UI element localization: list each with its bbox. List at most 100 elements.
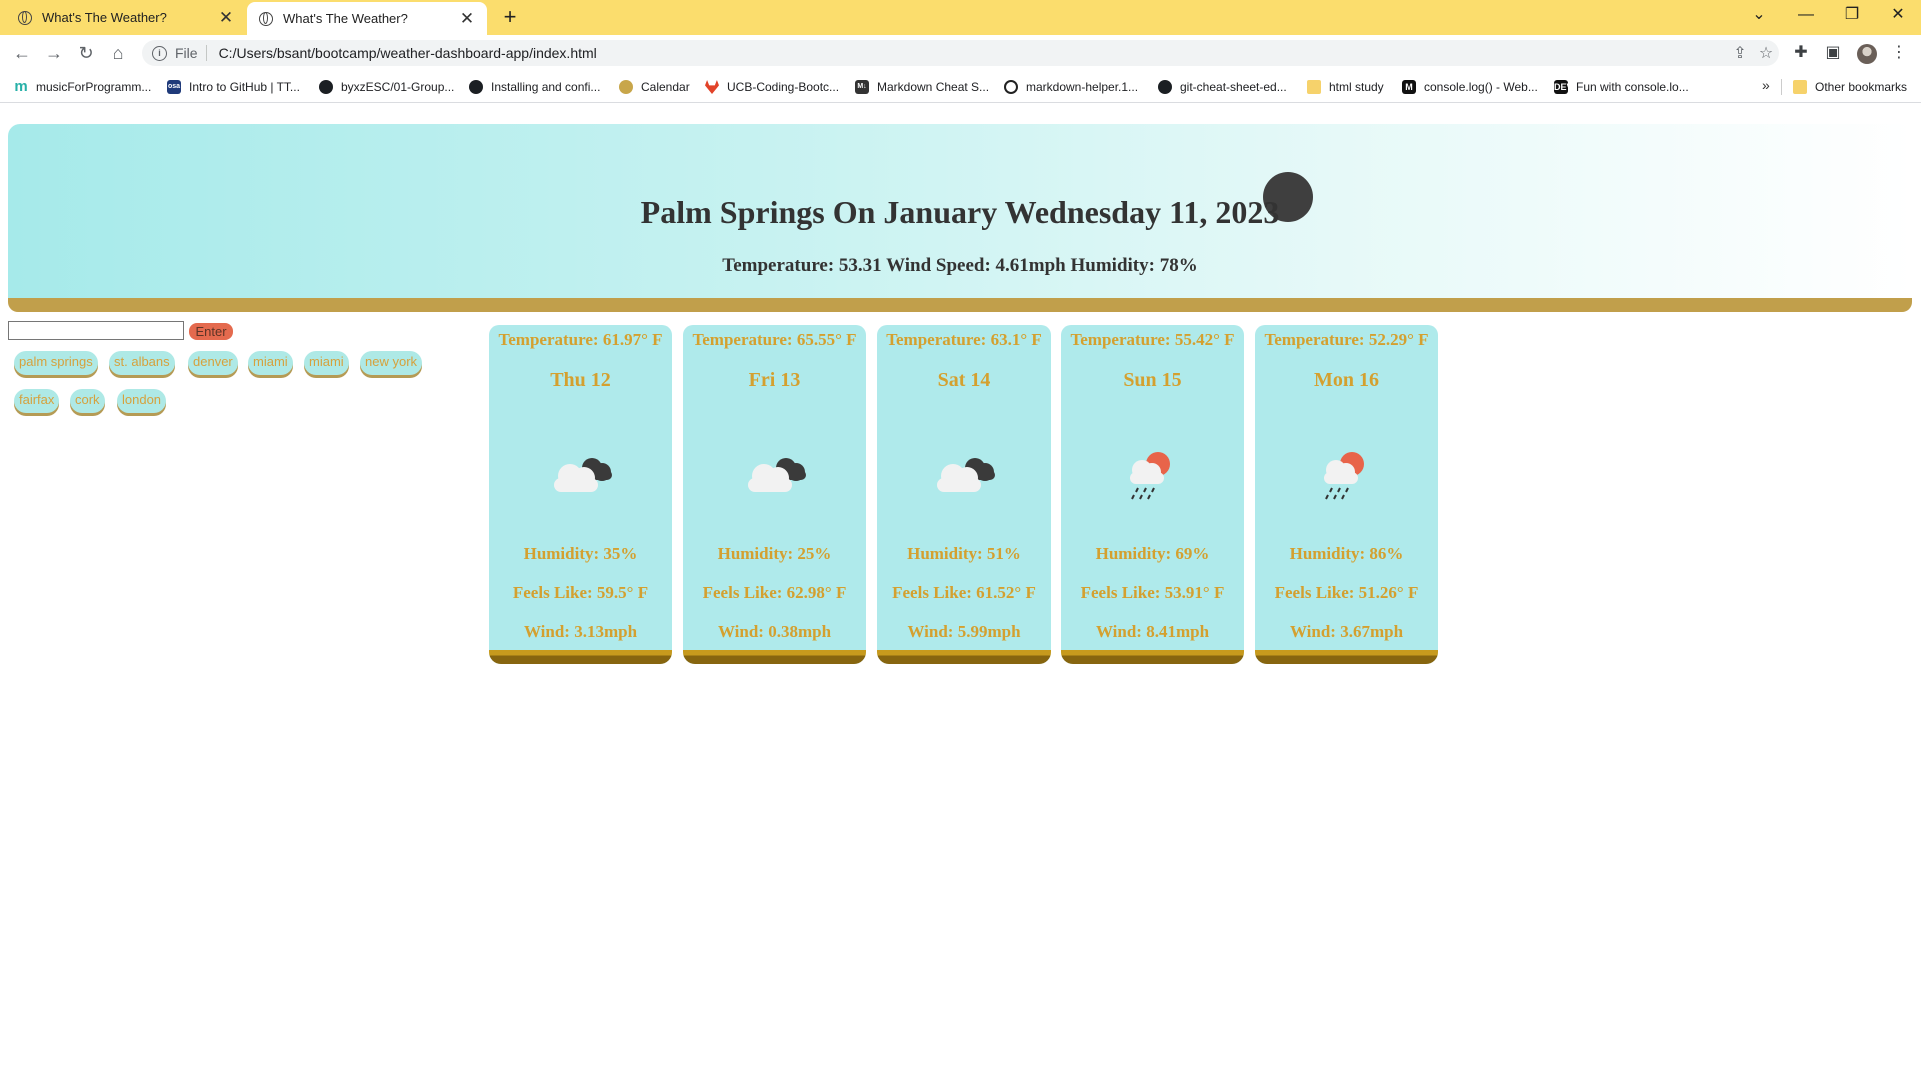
other-bookmarks[interactable]: Other bookmarks bbox=[1793, 77, 1907, 97]
forecast-feels-like: Feels Like: 53.91° F bbox=[1080, 583, 1225, 602]
history-city-button[interactable]: miami bbox=[248, 351, 293, 375]
bookmark-label: musicForProgramm... bbox=[36, 80, 152, 94]
cloudy-icon bbox=[748, 458, 806, 492]
forecast-humidity: Humidity: 51% bbox=[907, 544, 1021, 563]
bookmark-label: Other bookmarks bbox=[1815, 80, 1908, 94]
info-icon[interactable]: i bbox=[152, 45, 167, 61]
close-tab-icon[interactable]: ✕ bbox=[455, 9, 479, 29]
browser-tab-1[interactable]: What's The Weather? ✕ bbox=[0, 0, 246, 35]
omnibox-divider bbox=[205, 45, 207, 61]
tab-search-icon[interactable]: ⌄ bbox=[1736, 0, 1782, 32]
cloudy-icon bbox=[554, 458, 612, 492]
omnibox[interactable]: i File C:/Users/bsant/bootcamp/weather-d… bbox=[142, 40, 1779, 66]
bookmark-item[interactable]: git-cheat-sheet-ed... bbox=[1158, 77, 1287, 97]
bookmark-item[interactable]: Calendar bbox=[619, 77, 690, 97]
forecast-temp: Temperature: 63.1° F bbox=[886, 330, 1042, 349]
url-text[interactable]: C:/Users/bsant/bootcamp/weather-dashboar… bbox=[219, 45, 1727, 61]
forecast-card: Temperature: 65.55° F Fri 13 Humidity: 2… bbox=[683, 325, 866, 664]
bookmark-label: Calendar bbox=[641, 80, 690, 94]
share-icon[interactable]: ⇪ bbox=[1727, 43, 1753, 63]
city-search-input[interactable] bbox=[8, 321, 184, 340]
bookmark-star-icon[interactable]: ☆ bbox=[1753, 43, 1779, 63]
card-footer bbox=[1061, 650, 1244, 664]
markdown-icon: M↓ bbox=[855, 80, 869, 94]
history-city-button[interactable]: new york bbox=[360, 351, 423, 375]
tab-title: What's The Weather? bbox=[42, 10, 167, 25]
history-city-button[interactable]: cork bbox=[70, 389, 105, 413]
bookmark-item[interactable]: Mconsole.log() - Web... bbox=[1402, 77, 1538, 97]
current-conditions: Temperature: 53.31 Wind Speed: 4.61mph H… bbox=[722, 255, 1198, 276]
bookmark-item[interactable]: m musicForProgramm... bbox=[14, 77, 151, 97]
extensions-icon[interactable]: ✚ bbox=[1788, 40, 1814, 66]
restore-button[interactable]: ❐ bbox=[1829, 0, 1875, 32]
forecast-day: Sun 15 bbox=[1123, 369, 1182, 391]
bookmark-item[interactable]: byxzESC/01-Group... bbox=[319, 77, 454, 97]
bookmark-item[interactable]: UCB-Coding-Bootc... bbox=[705, 77, 839, 97]
bookmark-item[interactable]: markdown-helper.1... bbox=[1004, 77, 1138, 97]
forecast-humidity: Humidity: 35% bbox=[523, 544, 638, 563]
bookmark-label: Intro to GitHub | TT... bbox=[189, 80, 300, 94]
folder-icon bbox=[1307, 80, 1321, 94]
menu-icon[interactable]: ⋮ bbox=[1886, 40, 1912, 66]
browser-tab-2[interactable]: What's The Weather? ✕ bbox=[247, 2, 487, 35]
forecast-day: Mon 16 bbox=[1314, 369, 1379, 391]
bookmark-item[interactable]: osa Intro to GitHub | TT... bbox=[167, 77, 300, 97]
bookmark-item[interactable]: M↓ Markdown Cheat S... bbox=[855, 77, 989, 97]
bookmark-item[interactable]: DEV Fun with console.lo... bbox=[1554, 77, 1689, 97]
github-icon bbox=[469, 80, 483, 94]
osa-icon: osa bbox=[167, 80, 181, 94]
side-panel-icon[interactable]: ▣ bbox=[1820, 40, 1846, 66]
close-tab-icon[interactable]: ✕ bbox=[214, 8, 238, 28]
history-city-button[interactable]: fairfax bbox=[14, 389, 60, 413]
tab-strip: What's The Weather? ✕ What's The Weather… bbox=[0, 0, 1921, 35]
folder-icon bbox=[1793, 80, 1807, 94]
forecast-day: Thu 12 bbox=[550, 369, 611, 391]
forecast-wind: Wind: 3.67mph bbox=[1289, 622, 1404, 641]
tab-title: What's The Weather? bbox=[283, 11, 408, 26]
globe-icon bbox=[259, 11, 273, 26]
close-window-button[interactable]: ✕ bbox=[1875, 0, 1921, 32]
forecast-wind: Wind: 5.99mph bbox=[907, 622, 1021, 641]
address-bar: ← → ↻ ⌂ i File C:/Users/bsant/bootcamp/w… bbox=[0, 35, 1921, 71]
forecast-humidity: Humidity: 69% bbox=[1095, 544, 1210, 563]
forward-icon[interactable]: → bbox=[40, 40, 68, 66]
globe-icon bbox=[18, 10, 32, 25]
card-footer bbox=[1255, 650, 1438, 664]
history-city-button[interactable]: palm springs bbox=[14, 351, 98, 375]
calendar-icon bbox=[619, 80, 633, 94]
home-icon[interactable]: ⌂ bbox=[104, 40, 132, 66]
forecast-wind: Wind: 8.41mph bbox=[1095, 622, 1210, 641]
more-bookmarks-icon[interactable]: » bbox=[1762, 77, 1770, 93]
back-icon[interactable]: ← bbox=[8, 40, 36, 66]
forecast-feels-like: Feels Like: 51.26° F bbox=[1274, 583, 1419, 602]
bookmark-label: console.log() - Web... bbox=[1424, 80, 1538, 94]
bookmark-item[interactable]: Installing and confi... bbox=[469, 77, 600, 97]
bookmark-item[interactable]: html study bbox=[1307, 77, 1384, 97]
enter-button[interactable]: Enter bbox=[189, 323, 233, 340]
history-city-button[interactable]: miami bbox=[304, 351, 349, 375]
bookmark-label: UCB-Coding-Bootc... bbox=[727, 80, 840, 94]
card-footer bbox=[489, 650, 672, 664]
rain-sun-icon bbox=[1130, 452, 1170, 500]
forecast-temp: Temperature: 52.29° F bbox=[1264, 330, 1429, 349]
history-city-button[interactable]: denver bbox=[188, 351, 238, 375]
forecast-feels-like: Feels Like: 61.52° F bbox=[892, 583, 1036, 602]
cloudy-icon bbox=[937, 458, 995, 492]
page-title: Palm Springs On January Wednesday 11, 20… bbox=[640, 194, 1280, 230]
new-tab-button[interactable]: + bbox=[498, 5, 522, 29]
forecast-card: Temperature: 61.97° F Thu 12 Humidity: 3… bbox=[489, 325, 672, 664]
history-city-button[interactable]: st. albans bbox=[109, 351, 175, 375]
profile-avatar[interactable] bbox=[1857, 44, 1877, 64]
forecast-temp: Temperature: 61.97° F bbox=[498, 330, 663, 349]
dev-icon: DEV bbox=[1554, 80, 1573, 94]
banner-border bbox=[8, 298, 1912, 312]
gitlab-icon bbox=[705, 80, 719, 94]
reload-icon[interactable]: ↻ bbox=[72, 40, 100, 66]
minimize-button[interactable]: — bbox=[1783, 0, 1829, 32]
forecast-card: Temperature: 55.42° F Sun 15 Humidity: 6… bbox=[1061, 325, 1244, 664]
ring-icon bbox=[1004, 80, 1018, 94]
card-footer bbox=[683, 650, 866, 664]
history-city-button[interactable]: london bbox=[117, 389, 167, 413]
forecast-feels-like: Feels Like: 62.98° F bbox=[702, 583, 847, 602]
bookmarks-divider bbox=[1781, 79, 1782, 95]
